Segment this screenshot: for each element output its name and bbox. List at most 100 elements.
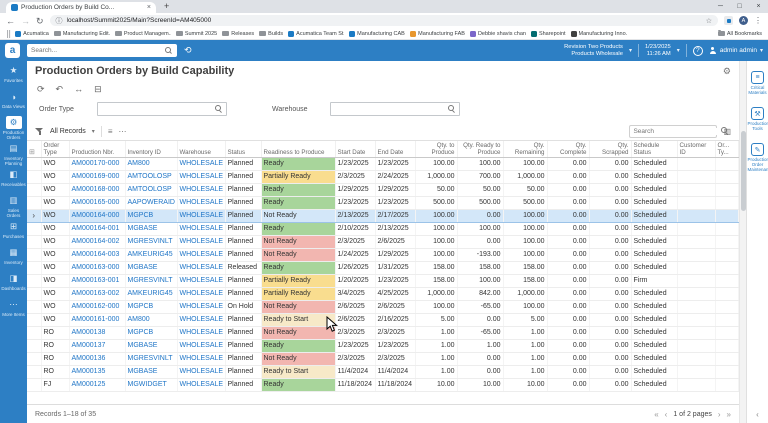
filter-settings-icon[interactable]: ≡ [108,127,113,136]
column-header-expander[interactable]: ⊞ [27,141,42,158]
production-nbr-link[interactable]: AM000137 [72,342,106,349]
table-row[interactable]: WO AM000168-000 AMTOOLOSP WHOLESALE Planned R… [27,183,739,197]
recently-viewed-icon[interactable]: ⟲ [184,45,192,56]
production-nbr-link[interactable]: AM000164-001 [72,225,120,232]
table-row[interactable]: RO AM000138 MGPCB WHOLESALE Planned Not Ready… [27,326,739,340]
sidebar-item-favorites[interactable]: ★ Favorites [0,64,27,90]
row-expander[interactable] [27,261,42,275]
grid-search-input[interactable] [633,127,722,135]
warehouse-link[interactable]: WHOLESALE [180,160,224,167]
tab-close-icon[interactable]: × [147,4,151,11]
production-nbr-link[interactable]: AM000165-000 [72,199,120,206]
sidebar-item-receivables[interactable]: ◧ Receivables [0,168,27,194]
table-row[interactable]: WO AM000163-002 AMKEURIG45 WHOLESALE Planned… [27,287,739,301]
production-nbr-link[interactable]: AM000164-000 [72,212,120,219]
inventory-id-link[interactable]: MGRESVINLT [128,355,173,362]
acumatica-logo[interactable]: a [5,43,20,58]
production-nbr-link[interactable]: AM000161-000 [72,316,120,323]
inventory-id-link[interactable]: AMKEURIG45 [128,290,173,297]
user-menu[interactable]: admin admin ▾ [709,46,763,55]
bookmark-builds[interactable]: Builds [259,30,283,37]
inventory-id-link[interactable]: AM800 [128,316,150,323]
extensions-icon[interactable] [724,16,733,25]
column-header-qty-remaining[interactable]: Qty. Remaining [503,141,548,158]
prev-page-icon[interactable]: ‹ [665,410,668,419]
warehouse-link[interactable]: WHOLESALE [180,368,224,375]
bookmark-debbie-shavis-chann[interactable]: Debbie shavis chann... [469,30,526,37]
new-tab-button[interactable]: + [164,2,169,11]
warehouse-field[interactable] [330,102,460,116]
bookmark-product-managem[interactable]: Product Managem... [114,30,171,37]
warehouse-link[interactable]: WHOLESALE [180,251,224,258]
warehouse-link[interactable]: WHOLESALE [180,173,224,180]
bookmark-releases[interactable]: Releases [222,30,254,37]
global-search-input[interactable] [31,47,165,54]
inventory-id-link[interactable]: AMKEURIG45 [128,251,173,258]
production-nbr-link[interactable]: AM000168-000 [72,186,120,193]
warehouse-link[interactable]: WHOLESALE [180,277,224,284]
production-nbr-link[interactable]: AM000125 [72,381,106,388]
help-icon[interactable]: ? [692,45,703,56]
bookmark-manufacturing-cab[interactable]: Manufacturing CAB... [349,30,405,37]
window-close-icon[interactable]: × [749,0,768,13]
page-options-gear-icon[interactable]: ⚙ [723,66,731,77]
row-expander[interactable] [27,287,42,301]
window-minimize-icon[interactable]: ─ [711,0,730,13]
inventory-id-link[interactable]: MGBASE [128,225,158,232]
last-page-icon[interactable]: » [727,410,731,419]
row-expander[interactable] [27,157,42,171]
bookmark-sharepoint[interactable]: Sharepoint [530,30,566,37]
side-panel-item-production-tools[interactable]: ⚒ Production Tools [748,107,768,131]
row-expander[interactable] [27,339,42,353]
column-header-customer-id[interactable]: Customer ID [677,141,716,158]
warehouse-link[interactable]: WHOLESALE [180,303,224,310]
sidebar-item-purchases[interactable]: ⊞ Purchases [0,220,27,246]
bookmark-summit-2025[interactable]: Summit 2025 [175,30,217,37]
inventory-id-link[interactable]: MGBASE [128,368,158,375]
forward-icon[interactable]: → [21,16,30,26]
column-header-qty-ready-to-produce[interactable]: Qty. Ready to Produce [457,141,504,158]
bookmark-acumatica[interactable]: Acumatica [15,30,49,37]
table-row[interactable]: WO AM000165-000 AAPOWERAID WHOLESALE Planned… [27,196,739,210]
table-row[interactable]: WO AM000163-001 MGRESVINLT WHOLESALE Planned… [27,274,739,288]
column-header-end-date[interactable]: End Date [375,141,416,158]
inventory-id-link[interactable]: MGRESVINLT [128,277,173,284]
warehouse-link[interactable]: WHOLESALE [180,264,224,271]
column-header-production-nbr[interactable]: Production Nbr. [69,141,126,158]
warehouse-input[interactable] [334,105,448,113]
row-expander[interactable]: › [27,209,42,223]
warehouse-link[interactable]: WHOLESALE [180,199,224,206]
column-header-warehouse[interactable]: Warehouse [177,141,226,158]
order-type-field[interactable] [97,102,227,116]
production-nbr-link[interactable]: AM000163-000 [72,264,120,271]
grid-search[interactable] [629,124,728,138]
address-bar[interactable]: ⓘ localhost/Summit2025/Main?ScreenId=AM4… [49,15,718,26]
global-search[interactable] [27,44,177,57]
inventory-id-link[interactable]: AMTOOLOSP [128,173,172,180]
production-nbr-link[interactable]: AM000164-002 [72,238,120,245]
side-panel-item-critical-materials[interactable]: ≡ Critical Materials [748,71,768,95]
row-expander[interactable] [27,365,42,379]
next-page-icon[interactable]: › [718,410,721,419]
bookmark-manufacturing-edit[interactable]: Manufacturing Edit... [53,30,110,37]
warehouse-link[interactable]: WHOLESALE [180,225,224,232]
column-header-readiness-to-produce[interactable]: Readiness to Produce [261,141,336,158]
collapse-panel-icon[interactable]: ‹ [756,410,759,419]
filter-funnel-icon[interactable] [35,127,44,136]
table-row[interactable]: › WO AM000164-000 MGPCB WHOLESALE Planned Not … [27,209,739,223]
sidebar-item-dashboards[interactable]: ◨ Dashboards [0,272,27,298]
production-nbr-link[interactable]: AM000162-000 [72,303,120,310]
fit-icon[interactable]: ↔ [74,84,83,94]
production-nbr-link[interactable]: AM000163-002 [72,290,120,297]
warehouse-link[interactable]: WHOLESALE [180,329,224,336]
window-maximize-icon[interactable]: □ [730,0,749,13]
column-header-or-ty[interactable]: Or... Ty... [715,141,739,158]
warehouse-link[interactable]: WHOLESALE [180,290,224,297]
inventory-id-link[interactable]: AMTOOLOSP [128,186,172,193]
inventory-id-link[interactable]: MGPCB [128,212,154,219]
column-header-inventory-id[interactable]: Inventory ID [125,141,178,158]
sidebar-item-sales-orders[interactable]: ▥ Sales Orders [0,194,27,220]
inventory-id-link[interactable]: MGBASE [128,342,158,349]
production-nbr-link[interactable]: AM000163-001 [72,277,120,284]
row-expander[interactable] [27,352,42,366]
